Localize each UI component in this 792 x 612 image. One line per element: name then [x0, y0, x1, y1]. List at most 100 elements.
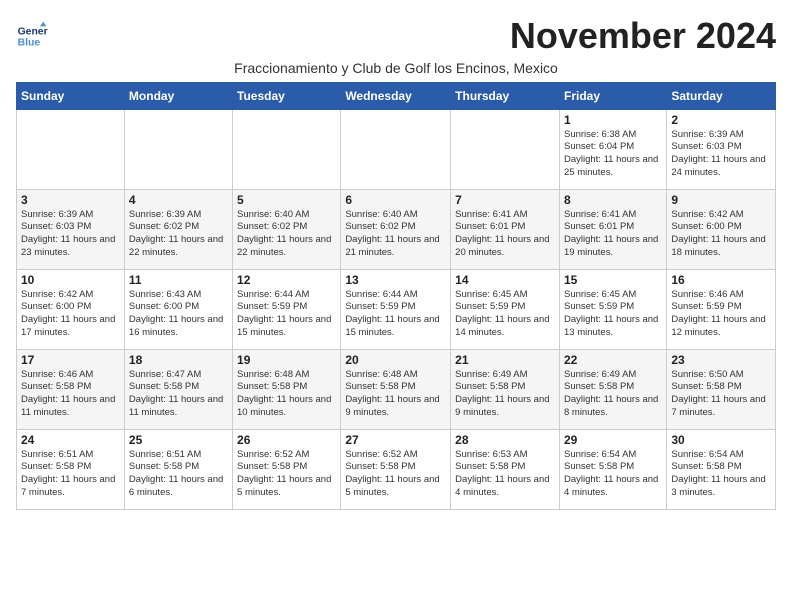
day-info: Sunrise: 6:38 AM Sunset: 6:04 PM Dayligh…: [564, 129, 662, 180]
day-cell: [124, 109, 232, 189]
day-number: 24: [21, 433, 120, 447]
day-info: Sunrise: 6:43 AM Sunset: 6:00 PM Dayligh…: [129, 289, 228, 340]
day-cell: 27Sunrise: 6:52 AM Sunset: 5:58 PM Dayli…: [341, 429, 451, 509]
subtitle: Fraccionamiento y Club de Golf los Encin…: [16, 60, 776, 76]
svg-text:Blue: Blue: [18, 38, 41, 49]
day-cell: [17, 109, 125, 189]
day-info: Sunrise: 6:45 AM Sunset: 5:59 PM Dayligh…: [564, 289, 662, 340]
day-number: 30: [671, 433, 771, 447]
day-cell: 6 Sunrise: 6:40 AM Sunset: 6:02 PM Daylig…: [341, 189, 451, 269]
header-row: SundayMondayTuesdayWednesdayThursdayFrid…: [17, 82, 776, 109]
day-number: 8: [564, 193, 662, 207]
day-cell: 26Sunrise: 6:52 AM Sunset: 5:58 PM Dayli…: [233, 429, 341, 509]
week-row-3: 17 Sunrise: 6:46 AM Sunset: 5:58 PM Dayli…: [17, 349, 776, 429]
day-info: Sunrise: 6:41 AM Sunset: 6:01 PM Dayligh…: [564, 209, 662, 260]
day-cell: 19 Sunrise: 6:48 AM Sunset: 5:58 PM Dayli…: [233, 349, 341, 429]
day-number: 4: [129, 193, 228, 207]
day-cell: 4 Sunrise: 6:39 AM Sunset: 6:02 PM Daylig…: [124, 189, 232, 269]
header-day-tuesday: Tuesday: [233, 82, 341, 109]
day-cell: 25Sunrise: 6:51 AM Sunset: 5:58 PM Dayli…: [124, 429, 232, 509]
day-number: 13: [345, 273, 446, 287]
day-info: Sunrise: 6:44 AM Sunset: 5:59 PM Dayligh…: [345, 289, 446, 340]
header-day-wednesday: Wednesday: [341, 82, 451, 109]
day-number: 5: [237, 193, 336, 207]
day-info: Sunrise: 6:45 AM Sunset: 5:59 PM Dayligh…: [455, 289, 555, 340]
day-number: 17: [21, 353, 120, 367]
header: General Blue November 2024: [16, 16, 776, 56]
header-day-thursday: Thursday: [451, 82, 560, 109]
day-cell: 11 Sunrise: 6:43 AM Sunset: 6:00 PM Dayli…: [124, 269, 232, 349]
day-number: 2: [671, 113, 771, 127]
day-cell: 30 Sunrise: 6:54 AM Sunset: 5:58 PM Dayli…: [667, 429, 776, 509]
day-info: Sunrise: 6:42 AM Sunset: 6:00 PM Dayligh…: [671, 209, 771, 260]
day-cell: 3Sunrise: 6:39 AM Sunset: 6:03 PM Daylig…: [17, 189, 125, 269]
day-info: Sunrise: 6:39 AM Sunset: 6:03 PM Dayligh…: [671, 129, 771, 180]
day-info: Sunrise: 6:48 AM Sunset: 5:58 PM Dayligh…: [237, 369, 336, 420]
day-cell: 15 Sunrise: 6:45 AM Sunset: 5:59 PM Dayli…: [559, 269, 666, 349]
day-cell: 2 Sunrise: 6:39 AM Sunset: 6:03 PM Daylig…: [667, 109, 776, 189]
day-cell: 22 Sunrise: 6:49 AM Sunset: 5:58 PM Dayli…: [559, 349, 666, 429]
day-number: 27: [345, 433, 446, 447]
day-info: Sunrise: 6:39 AM Sunset: 6:03 PM Dayligh…: [21, 209, 120, 260]
day-info: Sunrise: 6:41 AM Sunset: 6:01 PM Dayligh…: [455, 209, 555, 260]
day-info: Sunrise: 6:50 AM Sunset: 5:58 PM Dayligh…: [671, 369, 771, 420]
day-info: Sunrise: 6:49 AM Sunset: 5:58 PM Dayligh…: [455, 369, 555, 420]
header-day-saturday: Saturday: [667, 82, 776, 109]
day-number: 16: [671, 273, 771, 287]
day-number: 11: [129, 273, 228, 287]
day-cell: 17 Sunrise: 6:46 AM Sunset: 5:58 PM Dayli…: [17, 349, 125, 429]
day-cell: 21 Sunrise: 6:49 AM Sunset: 5:58 PM Dayli…: [451, 349, 560, 429]
day-info: Sunrise: 6:44 AM Sunset: 5:59 PM Dayligh…: [237, 289, 336, 340]
day-number: 23: [671, 353, 771, 367]
week-row-0: 1 Sunrise: 6:38 AM Sunset: 6:04 PM Daylig…: [17, 109, 776, 189]
day-info: Sunrise: 6:46 AM Sunset: 5:58 PM Dayligh…: [21, 369, 120, 420]
day-cell: [451, 109, 560, 189]
day-number: 15: [564, 273, 662, 287]
day-cell: 24 Sunrise: 6:51 AM Sunset: 5:58 PM Dayli…: [17, 429, 125, 509]
day-number: 9: [671, 193, 771, 207]
day-info: Sunrise: 6:54 AM Sunset: 5:58 PM Dayligh…: [564, 449, 662, 500]
logo: General Blue: [16, 20, 52, 52]
day-cell: [233, 109, 341, 189]
day-info: Sunrise: 6:54 AM Sunset: 5:58 PM Dayligh…: [671, 449, 771, 500]
day-info: Sunrise: 6:40 AM Sunset: 6:02 PM Dayligh…: [345, 209, 446, 260]
day-cell: 20Sunrise: 6:48 AM Sunset: 5:58 PM Dayli…: [341, 349, 451, 429]
week-row-1: 3Sunrise: 6:39 AM Sunset: 6:03 PM Daylig…: [17, 189, 776, 269]
day-number: 28: [455, 433, 555, 447]
day-number: 7: [455, 193, 555, 207]
calendar-header: SundayMondayTuesdayWednesdayThursdayFrid…: [17, 82, 776, 109]
day-info: Sunrise: 6:39 AM Sunset: 6:02 PM Dayligh…: [129, 209, 228, 260]
day-info: Sunrise: 6:40 AM Sunset: 6:02 PM Dayligh…: [237, 209, 336, 260]
day-cell: 23 Sunrise: 6:50 AM Sunset: 5:58 PM Dayli…: [667, 349, 776, 429]
day-number: 19: [237, 353, 336, 367]
day-cell: 14 Sunrise: 6:45 AM Sunset: 5:59 PM Dayli…: [451, 269, 560, 349]
svg-text:General: General: [18, 26, 48, 37]
day-info: Sunrise: 6:49 AM Sunset: 5:58 PM Dayligh…: [564, 369, 662, 420]
week-row-2: 10 Sunrise: 6:42 AM Sunset: 6:00 PM Dayli…: [17, 269, 776, 349]
day-cell: [341, 109, 451, 189]
calendar-table: SundayMondayTuesdayWednesdayThursdayFrid…: [16, 82, 776, 510]
day-number: 18: [129, 353, 228, 367]
logo-icon: General Blue: [16, 20, 48, 52]
day-number: 12: [237, 273, 336, 287]
day-number: 21: [455, 353, 555, 367]
day-number: 14: [455, 273, 555, 287]
day-info: Sunrise: 6:46 AM Sunset: 5:59 PM Dayligh…: [671, 289, 771, 340]
day-info: Sunrise: 6:51 AM Sunset: 5:58 PM Dayligh…: [21, 449, 120, 500]
day-info: Sunrise: 6:47 AM Sunset: 5:58 PM Dayligh…: [129, 369, 228, 420]
day-cell: 9 Sunrise: 6:42 AM Sunset: 6:00 PM Daylig…: [667, 189, 776, 269]
day-cell: 16 Sunrise: 6:46 AM Sunset: 5:59 PM Dayli…: [667, 269, 776, 349]
day-cell: 8 Sunrise: 6:41 AM Sunset: 6:01 PM Daylig…: [559, 189, 666, 269]
header-day-monday: Monday: [124, 82, 232, 109]
day-number: 1: [564, 113, 662, 127]
day-info: Sunrise: 6:51 AM Sunset: 5:58 PM Dayligh…: [129, 449, 228, 500]
day-number: 10: [21, 273, 120, 287]
day-number: 22: [564, 353, 662, 367]
day-cell: 18 Sunrise: 6:47 AM Sunset: 5:58 PM Dayli…: [124, 349, 232, 429]
day-number: 26: [237, 433, 336, 447]
day-number: 6: [345, 193, 446, 207]
day-cell: 5 Sunrise: 6:40 AM Sunset: 6:02 PM Daylig…: [233, 189, 341, 269]
day-cell: 28Sunrise: 6:53 AM Sunset: 5:58 PM Dayli…: [451, 429, 560, 509]
day-info: Sunrise: 6:42 AM Sunset: 6:00 PM Dayligh…: [21, 289, 120, 340]
day-number: 20: [345, 353, 446, 367]
